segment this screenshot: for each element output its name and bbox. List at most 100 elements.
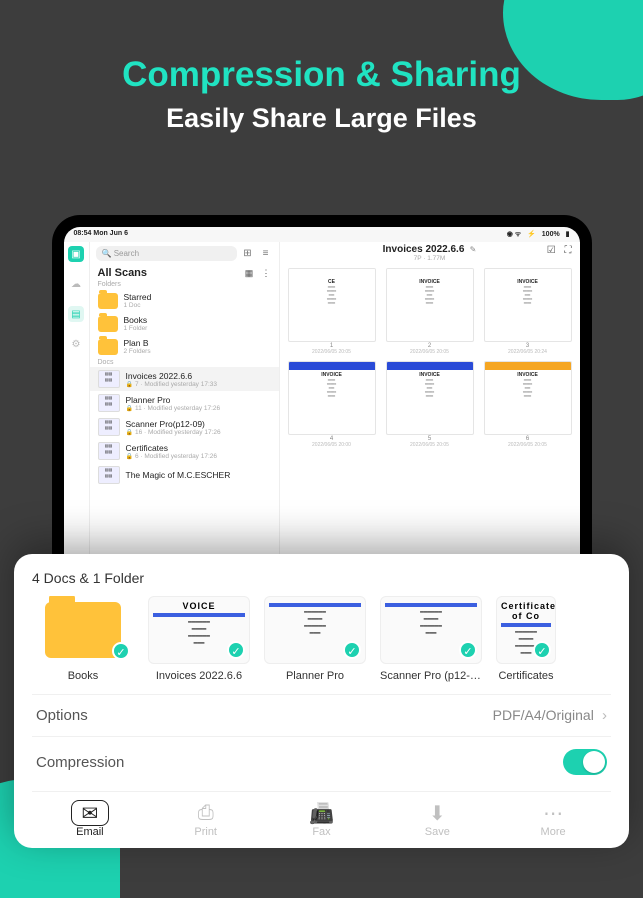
share-item[interactable]: ✓Books (32, 596, 134, 682)
rail-cloud-icon[interactable]: ☁ (68, 276, 84, 292)
share-item[interactable]: Certificate of Co━━━━━━━━━━━━━━━━━━━✓Cer… (496, 596, 556, 682)
more-icon: ⋯ (523, 800, 583, 826)
folder-meta: 2 Folders (124, 348, 151, 355)
page-date: 2022/06/05 20:24 (484, 349, 572, 355)
doc-meta: 🔒16 · Modified yesterday 17:26 (126, 429, 221, 436)
folder-icon (98, 293, 118, 309)
action-label: Print (176, 826, 236, 838)
status-battery: 100% (542, 231, 560, 238)
status-time: 08:54 (74, 230, 92, 237)
doc-row[interactable]: ▤▤▤▤ Certificates 🔒6 · Modified yesterda… (90, 439, 279, 463)
wifi-icon: ◉ ᯤ (507, 231, 521, 238)
page-thumb[interactable]: INVOICE━━━━━━━━━━━━━━━━━━━━━ 5 2022/06/0… (386, 361, 474, 448)
folder-meta: 1 Folder (124, 325, 148, 332)
rail-scans-icon[interactable]: ▤ (68, 306, 84, 322)
new-folder-icon[interactable]: ⊞ (241, 248, 255, 259)
page-thumb[interactable]: INVOICE━━━━━━━━━━━━━━━━━━━━━ 3 2022/06/0… (484, 268, 572, 355)
search-input[interactable]: 🔍 Search (96, 246, 237, 261)
chevron-right-icon: › (602, 707, 607, 724)
action-label: Save (407, 826, 467, 838)
selection-count: 4 Docs & 1 Folder (32, 570, 611, 586)
doc-meta: 🔒11 · Modified yesterday 17:26 (126, 405, 221, 412)
docs-section-label: Docs (90, 358, 279, 367)
doc-row[interactable]: ▤▤▤▤ Scanner Pro(p12-09) 🔒16 · Modified … (90, 415, 279, 439)
page-thumb[interactable]: INVOICE━━━━━━━━━━━━━━━━━━━━━ 2 2022/06/0… (386, 268, 474, 355)
doc-thumb: ▤▤▤▤ (98, 466, 120, 484)
doc-thumb: ▤▤▤▤ (98, 370, 120, 388)
action-label: Email (60, 826, 120, 838)
doc-row[interactable]: ▤▤▤▤ Planner Pro 🔒11 · Modified yesterda… (90, 391, 279, 415)
page-thumb[interactable]: INVOICE━━━━━━━━━━━━━━━━━━━━━ 4 2022/06/0… (288, 361, 376, 448)
doc-meta: 🔒6 · Modified yesterday 17:26 (126, 453, 218, 460)
options-label: Options (36, 707, 88, 724)
doc-row[interactable]: ▤▤▤▤ The Magic of M.C.ESCHER (90, 463, 279, 487)
fax-icon: 📠 (291, 800, 351, 826)
check-icon: ✓ (112, 642, 130, 660)
folders-section-label: Folders (90, 280, 279, 289)
sort-icon[interactable]: ≡ (259, 248, 273, 259)
lock-icon: 🔒 (126, 454, 133, 460)
doc-meta: 🔒7 · Modified yesterday 17:33 (126, 381, 218, 388)
folder-meta: 1 Doc (124, 302, 152, 309)
check-icon: ✓ (343, 641, 361, 659)
action-email[interactable]: ✉Email (60, 800, 120, 838)
check-icon: ✓ (459, 641, 477, 659)
share-items-row[interactable]: ✓BooksVOICE━━━━━━━━━━━━━━━━━━━✓Invoices … (32, 596, 611, 682)
page-thumb[interactable]: CE━━━━━━━━━━━━━━━━━━━━━ 1 2022/06/05 20:… (288, 268, 376, 355)
share-item[interactable]: ━━━━━━━━━━━━━━━━━━━✓Scanner Pro (p12-09) (380, 596, 482, 682)
action-fax[interactable]: 📠Fax (291, 800, 351, 838)
share-item-label: Scanner Pro (p12-09) (380, 670, 482, 682)
page-date: 2022/06/05 20:05 (386, 442, 474, 448)
action-label: Fax (291, 826, 351, 838)
save-icon: ⬇ (407, 800, 467, 826)
folder-row[interactable]: Books 1 Folder (90, 312, 279, 335)
hero-subtitle: Easily Share Large Files (0, 103, 643, 134)
check-icon: ✓ (533, 641, 551, 659)
document-title: Invoices 2022.6.6 (383, 244, 465, 255)
page-date: 2022/06/05 20:00 (288, 442, 376, 448)
folder-row[interactable]: Starred 1 Doc (90, 289, 279, 312)
share-item-label: Certificates (496, 670, 556, 682)
email-icon: ✉ (71, 800, 109, 826)
scan-icon[interactable]: ⛶ (565, 245, 572, 256)
share-item-label: Invoices 2022.6.6 (148, 670, 250, 682)
action-more[interactable]: ⋯More (523, 800, 583, 838)
folder-name: Books (124, 315, 148, 325)
action-save[interactable]: ⬇Save (407, 800, 467, 838)
compression-toggle[interactable] (563, 749, 607, 775)
doc-name: Planner Pro (126, 395, 221, 405)
share-sheet: 4 Docs & 1 Folder ✓BooksVOICE━━━━━━━━━━━… (14, 554, 629, 848)
page-date: 2022/06/05 20:05 (288, 349, 376, 355)
search-icon: 🔍 (102, 249, 114, 258)
rail-settings-icon[interactable]: ⚙ (68, 336, 84, 352)
doc-thumb: ▤▤▤▤ (98, 418, 120, 436)
folder-icon (98, 339, 118, 355)
action-label: More (523, 826, 583, 838)
folder-icon (45, 602, 121, 658)
share-item[interactable]: ━━━━━━━━━━━━━━━━━━━✓Planner Pro (264, 596, 366, 682)
doc-name: The Magic of M.C.ESCHER (126, 470, 231, 480)
options-row[interactable]: Options PDF/A4/Original › (32, 694, 611, 736)
folder-row[interactable]: Plan B 2 Folders (90, 335, 279, 358)
more-icon[interactable]: ⋮ (262, 268, 271, 278)
status-date: Mon Jun 6 (93, 230, 128, 237)
folder-name: Starred (124, 292, 152, 302)
action-print[interactable]: ⎙Print (176, 800, 236, 838)
rail-app-icon[interactable]: ▣ (68, 246, 84, 262)
page-date: 2022/06/05 20:05 (484, 442, 572, 448)
select-icon[interactable]: ☑ (547, 245, 556, 256)
folder-name: Plan B (124, 338, 151, 348)
doc-thumb: ▤▤▤▤ (98, 394, 120, 412)
battery-icon: ⚡ (527, 231, 536, 238)
compression-row: Compression (32, 736, 611, 787)
page-date: 2022/06/05 20:05 (386, 349, 474, 355)
document-meta: 7P · 1.77M (286, 255, 574, 262)
doc-name: Scanner Pro(p12-09) (126, 419, 221, 429)
lock-icon: 🔒 (126, 406, 133, 412)
rename-icon[interactable]: ✎ (470, 245, 477, 254)
page-thumb[interactable]: INVOICE━━━━━━━━━━━━━━━━━━━━━ 6 2022/06/0… (484, 361, 572, 448)
doc-row[interactable]: ▤▤▤▤ Invoices 2022.6.6 🔒7 · Modified yes… (90, 367, 279, 391)
share-item[interactable]: VOICE━━━━━━━━━━━━━━━━━━━✓Invoices 2022.6… (148, 596, 250, 682)
print-icon: ⎙ (176, 800, 236, 826)
grid-view-icon[interactable]: ▦ (245, 268, 254, 278)
